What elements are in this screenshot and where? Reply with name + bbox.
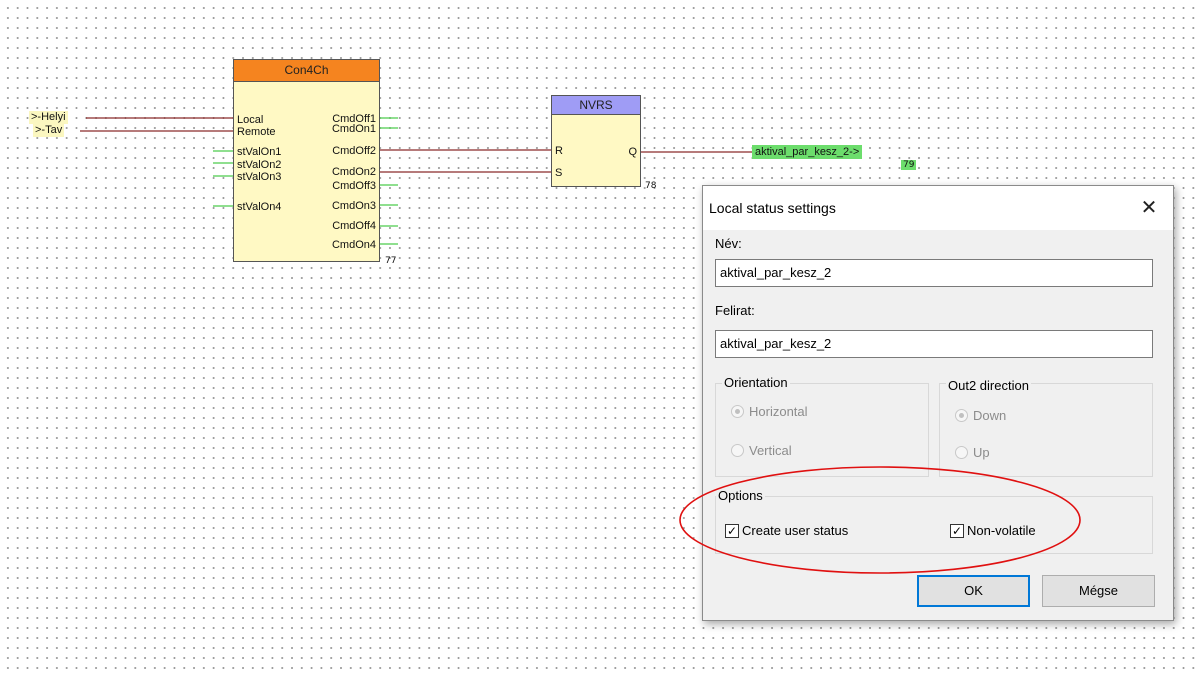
create-user-status-check-icon: ✓ [725,523,739,538]
radio-down-indicator [955,409,968,422]
caption-label: Felirat: [715,303,755,318]
con4ch-out-cmdon1: CmdOn1 [331,123,376,135]
con4ch-out-cmdoff2: CmdOff2 [332,145,376,157]
out2-direction-group: Out2 direction Down Up [939,378,1153,477]
radio-down[interactable]: Down [955,408,1006,423]
input-label-helyi[interactable]: >-Helyi [29,111,68,124]
con4ch-out-cmdon2: CmdOn2 [331,166,376,178]
input-label-tav[interactable]: >-Tav [33,124,65,137]
output-tag-aktival[interactable]: aktival_par_kesz_2-> [752,145,863,159]
con4ch-in-remote: Remote [237,126,276,138]
radio-up[interactable]: Up [955,445,990,460]
radio-vertical[interactable]: Vertical [731,443,792,458]
radio-horizontal[interactable]: Horizontal [731,404,808,419]
nvrs-title: NVRS [552,96,640,115]
output-tag-number: 79 [901,160,917,170]
con4ch-in-stvalon4: stValOn4 [237,201,282,213]
con4ch-number: 77 [385,256,397,266]
nvrs-number: 78 [645,181,657,191]
radio-vertical-indicator [731,444,744,457]
radio-up-indicator [955,446,968,459]
name-field[interactable]: aktival_par_kesz_2 [715,259,1153,287]
nvrs-in-s: S [555,167,563,179]
radio-down-label: Down [973,408,1007,423]
local-status-settings-dialog: Local status settings ✕ Név: aktival_par… [702,185,1174,621]
nvrs-out-q: Q [628,146,637,158]
radio-up-label: Up [973,445,990,460]
con4ch-block[interactable]: Con4Ch Local Remote stValOn1 stValOn2 st… [233,59,380,262]
ok-button[interactable]: OK [917,575,1030,607]
out2-direction-legend: Out2 direction [946,378,1031,393]
nvrs-block[interactable]: NVRS R S Q [551,95,641,187]
non-volatile-check-icon: ✓ [950,523,964,538]
con4ch-out-cmdon4: CmdOn4 [331,239,376,251]
caption-field[interactable]: aktival_par_kesz_2 [715,330,1153,358]
options-legend: Options [716,488,765,503]
orientation-legend: Orientation [722,375,790,390]
close-icon[interactable]: ✕ [1135,194,1163,222]
con4ch-in-local: Local [237,114,264,126]
create-user-status-label: Create user status [742,523,849,538]
con4ch-out-cmdoff3: CmdOff3 [332,180,376,192]
radio-vertical-label: Vertical [749,443,792,458]
dialog-titlebar[interactable]: Local status settings ✕ [703,186,1173,230]
con4ch-out-cmdoff4: CmdOff4 [332,220,376,232]
con4ch-title: Con4Ch [234,60,379,82]
con4ch-out-cmdon3: CmdOn3 [331,200,376,212]
orientation-group: Orientation Horizontal Vertical [715,375,929,477]
non-volatile-label: Non-volatile [967,523,1036,538]
radio-horizontal-label: Horizontal [749,404,808,419]
con4ch-in-stvalon1: stValOn1 [237,146,282,158]
con4ch-in-stvalon3: stValOn3 [237,171,282,183]
non-volatile-checkbox[interactable]: ✓ Non-volatile [950,523,1036,538]
radio-horizontal-indicator [731,405,744,418]
dialog-title: Local status settings [709,200,836,216]
name-label: Név: [715,236,742,251]
cancel-button[interactable]: Mégse [1042,575,1155,607]
nvrs-in-r: R [555,145,563,157]
con4ch-in-stvalon2: stValOn2 [237,159,282,171]
create-user-status-checkbox[interactable]: ✓ Create user status [725,523,848,538]
options-group: Options ✓ Create user status ✓ Non-volat… [715,488,1153,554]
